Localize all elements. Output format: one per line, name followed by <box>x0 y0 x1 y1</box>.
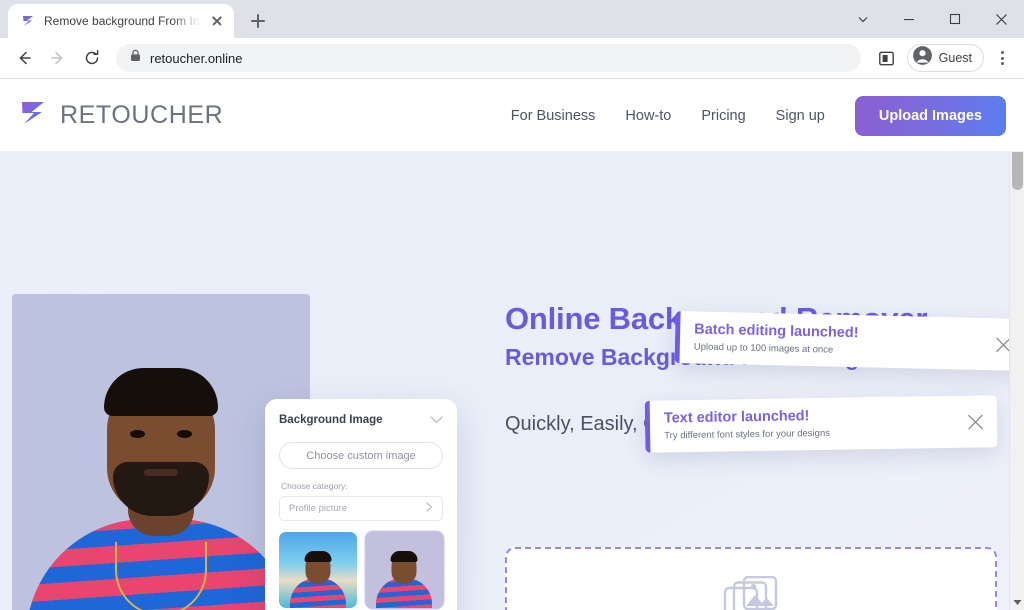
site-logo-text: RETOUCHER <box>60 101 224 129</box>
thumbnail-portrait <box>376 551 433 608</box>
site-header: RETOUCHER For Business How-to Pricing Si… <box>0 80 1024 152</box>
toolbar-divider <box>0 78 1024 79</box>
toast-title: Text editor launched! <box>663 408 810 427</box>
portrait-necklace <box>115 542 207 610</box>
upload-dropzone[interactable]: Upload one or multiple images or drag & … <box>505 547 997 610</box>
page-viewport: RETOUCHER For Business How-to Pricing Si… <box>0 80 1024 610</box>
upload-images-button[interactable]: Upload Images <box>854 95 1006 136</box>
toast-content: Batch editing launched! Upload up to 100… <box>679 311 981 370</box>
chevron-down-icon[interactable] <box>430 411 443 429</box>
kebab-menu-icon[interactable] <box>988 44 1016 72</box>
window-controls <box>840 0 1024 38</box>
close-icon[interactable] <box>953 395 998 448</box>
split-screen-icon[interactable] <box>871 42 903 74</box>
nav-item-how-to[interactable]: How-to <box>625 108 671 124</box>
back-arrow-icon[interactable] <box>8 42 40 74</box>
toast-text-editor: Text editor launched! Try different font… <box>644 395 998 453</box>
site-logo[interactable]: RETOUCHER <box>16 96 223 135</box>
background-thumbnails <box>279 532 443 610</box>
address-bar[interactable]: retoucher.online <box>116 44 861 72</box>
nav-item-sign-up[interactable]: Sign up <box>776 108 825 124</box>
choose-category-label: Choose category: <box>281 481 348 491</box>
site-nav: For Business How-to Pricing Sign up Uplo… <box>511 95 1024 136</box>
thumbnail-portrait <box>289 551 346 608</box>
tab-title: Remove background From Image <box>44 14 200 28</box>
close-tab-icon[interactable] <box>208 12 226 30</box>
page-scrollbar[interactable] <box>1009 80 1024 610</box>
chevron-right-icon <box>426 502 433 515</box>
nav-item-for-business[interactable]: For Business <box>511 108 596 124</box>
profile-label: Guest <box>938 51 972 65</box>
profile-button[interactable]: Guest <box>906 44 984 72</box>
toast-subtitle: Upload up to 100 images at once <box>693 341 834 356</box>
toast-subtitle: Try different font styles for your desig… <box>664 427 831 442</box>
maximize-icon[interactable] <box>932 0 978 38</box>
browser-tab[interactable]: Remove background From Image <box>8 4 234 38</box>
lock-icon <box>130 49 141 67</box>
nav-item-pricing[interactable]: Pricing <box>701 108 745 124</box>
beach-background-thumbnail[interactable] <box>279 532 357 608</box>
reload-icon[interactable] <box>76 42 108 74</box>
browser-toolbar: retoucher.online Guest <box>0 38 1024 78</box>
toast-title: Batch editing launched! <box>694 321 859 342</box>
stacked-images-icon <box>723 575 779 610</box>
retoucher-logo-icon <box>16 96 50 135</box>
category-select-value: Profile picture <box>289 503 348 514</box>
choose-custom-image-button[interactable]: Choose custom image <box>279 442 443 469</box>
chevron-down-icon[interactable] <box>840 0 886 38</box>
panel-header: Background Image <box>279 411 443 429</box>
address-bar-url: retoucher.online <box>150 50 243 66</box>
hero-section: Background Image Choose custom image Cho… <box>0 152 1024 610</box>
tab-strip: Remove background From Image <box>0 0 1024 38</box>
portrait-hair <box>104 368 218 416</box>
plain-lavender-background-thumbnail[interactable] <box>365 532 443 608</box>
portrait-mouth <box>144 469 178 476</box>
forward-arrow-icon <box>42 42 74 74</box>
panel-title: Background Image <box>279 414 383 426</box>
account-avatar-icon <box>912 45 933 71</box>
toast-batch-editing: Batch editing launched! Upload up to 100… <box>674 311 1024 371</box>
minimize-icon[interactable] <box>886 0 932 38</box>
toast-content: Text editor launched! Try different font… <box>650 396 954 453</box>
browser-window: Remove background From Image <box>0 0 1024 610</box>
background-image-panel: Background Image Choose custom image Cho… <box>265 399 457 610</box>
retoucher-logo-icon <box>20 13 36 29</box>
category-select[interactable]: Profile picture <box>279 496 443 521</box>
toolbar-right-actions: Guest <box>871 42 1016 74</box>
scroll-down-arrow-icon[interactable] <box>1010 595 1024 610</box>
close-window-icon[interactable] <box>978 0 1024 38</box>
portrait-eye-right <box>177 430 192 438</box>
portrait-eye-left <box>130 430 145 438</box>
new-tab-button[interactable] <box>244 7 272 35</box>
